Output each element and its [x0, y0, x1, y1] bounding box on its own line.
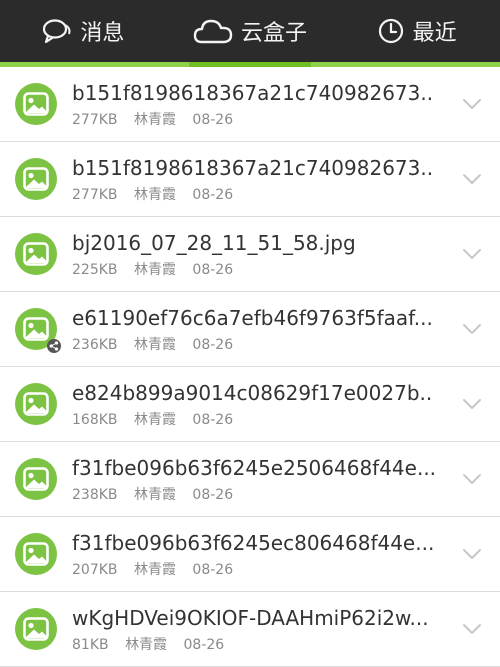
file-meta: 277KB 林青霞 08-26 [72, 184, 452, 204]
chevron-down-icon[interactable] [452, 548, 492, 560]
image-file-icon [14, 157, 58, 201]
file-row[interactable]: f31fbe096b63f6245e2506468f44e... 238KB 林… [0, 442, 500, 517]
tab-cloud-box[interactable]: 云盒子 [167, 0, 334, 67]
file-size: 168KB [72, 411, 118, 428]
file-owner: 林青霞 [133, 561, 176, 578]
file-size: 277KB [72, 186, 118, 203]
chevron-down-icon[interactable] [452, 623, 492, 635]
image-file-icon [14, 607, 58, 651]
file-size: 236KB [72, 336, 118, 353]
chevron-down-icon[interactable] [452, 98, 492, 110]
tab-messages-label: 消息 [80, 21, 125, 46]
file-date: 08-26 [192, 111, 234, 128]
image-file-icon [14, 307, 61, 353]
file-name: e824b899a9014c08629f17e0027b... [72, 380, 434, 405]
file-name: f31fbe096b63f6245e2506468f44e... [72, 455, 434, 480]
file-row[interactable]: b151f8198618367a21c740982673... 277KB 林青… [0, 67, 500, 142]
tab-recent[interactable]: 最近 [333, 0, 500, 62]
file-date: 08-26 [192, 261, 234, 278]
image-file-icon [14, 382, 58, 426]
tab-cloud-box-label: 云盒子 [241, 21, 308, 46]
file-meta: 277KB 林青霞 08-26 [72, 109, 452, 129]
file-name: b151f8198618367a21c740982673... [72, 155, 434, 180]
file-name: b151f8198618367a21c740982673... [72, 80, 434, 105]
chevron-down-icon[interactable] [452, 473, 492, 485]
file-date: 08-26 [192, 411, 234, 428]
file-size: 238KB [72, 486, 118, 503]
file-info: b151f8198618367a21c740982673... 277KB 林青… [72, 155, 452, 204]
file-row[interactable]: e61190ef76c6a7efb46f9763f5faaf... 236KB … [0, 292, 500, 367]
file-owner: 林青霞 [133, 186, 176, 203]
file-date: 08-26 [192, 561, 234, 578]
file-meta: 238KB 林青霞 08-26 [72, 484, 452, 504]
file-size: 81KB [72, 636, 109, 653]
file-meta: 236KB 林青霞 08-26 [72, 334, 452, 354]
file-owner: 林青霞 [133, 261, 176, 278]
cloud-icon [193, 17, 233, 45]
file-meta: 207KB 林青霞 08-26 [72, 559, 452, 579]
chevron-down-icon[interactable] [452, 248, 492, 260]
file-info: e61190ef76c6a7efb46f9763f5faaf... 236KB … [72, 305, 452, 354]
file-meta: 225KB 林青霞 08-26 [72, 259, 452, 279]
clock-icon [377, 17, 405, 45]
file-list: b151f8198618367a21c740982673... 277KB 林青… [0, 67, 500, 667]
file-owner: 林青霞 [133, 111, 176, 128]
file-info: wKgHDVei9OKIOF-DAAHmiP62i2w... 81KB 林青霞 … [72, 605, 452, 654]
chevron-down-icon[interactable] [452, 323, 492, 335]
file-row[interactable]: f31fbe096b63f6245ec806468f44e... 207KB 林… [0, 517, 500, 592]
file-info: bj2016_07_28_11_51_58.jpg 225KB 林青霞 08-2… [72, 230, 452, 279]
file-name: bj2016_07_28_11_51_58.jpg [72, 230, 356, 255]
file-info: b151f8198618367a21c740982673... 277KB 林青… [72, 80, 452, 129]
chevron-down-icon[interactable] [452, 173, 492, 185]
image-file-icon [14, 532, 58, 576]
file-meta: 81KB 林青霞 08-26 [72, 634, 452, 654]
file-size: 277KB [72, 111, 118, 128]
file-date: 08-26 [192, 186, 234, 203]
file-info: f31fbe096b63f6245ec806468f44e... 207KB 林… [72, 530, 452, 579]
file-name: wKgHDVei9OKIOF-DAAHmiP62i2w... [72, 605, 429, 630]
chat-bubble-icon [42, 18, 72, 44]
chevron-down-icon[interactable] [452, 398, 492, 410]
file-owner: 林青霞 [125, 636, 168, 653]
file-meta: 168KB 林青霞 08-26 [72, 409, 452, 429]
file-date: 08-26 [183, 636, 225, 653]
share-icon [47, 339, 61, 353]
file-owner: 林青霞 [133, 411, 176, 428]
file-row[interactable]: wKgHDVei9OKIOF-DAAHmiP62i2w... 81KB 林青霞 … [0, 592, 500, 667]
image-file-icon [14, 457, 58, 501]
file-row[interactable]: e824b899a9014c08629f17e0027b... 168KB 林青… [0, 367, 500, 442]
file-row[interactable]: bj2016_07_28_11_51_58.jpg 225KB 林青霞 08-2… [0, 217, 500, 292]
file-row[interactable]: b151f8198618367a21c740982673... 277KB 林青… [0, 142, 500, 217]
file-name: e61190ef76c6a7efb46f9763f5faaf... [72, 305, 433, 330]
image-file-icon [14, 232, 58, 276]
image-file-icon [14, 82, 58, 126]
file-date: 08-26 [192, 486, 234, 503]
file-info: f31fbe096b63f6245e2506468f44e... 238KB 林… [72, 455, 452, 504]
file-info: e824b899a9014c08629f17e0027b... 168KB 林青… [72, 380, 452, 429]
top-tab-bar: 消息 云盒子 最近 [0, 0, 500, 67]
file-date: 08-26 [192, 336, 234, 353]
file-size: 207KB [72, 561, 118, 578]
file-owner: 林青霞 [133, 486, 176, 503]
file-size: 225KB [72, 261, 118, 278]
tab-recent-label: 最近 [412, 21, 457, 46]
file-name: f31fbe096b63f6245ec806468f44e... [72, 530, 434, 555]
file-owner: 林青霞 [133, 336, 176, 353]
tab-messages[interactable]: 消息 [0, 0, 167, 62]
